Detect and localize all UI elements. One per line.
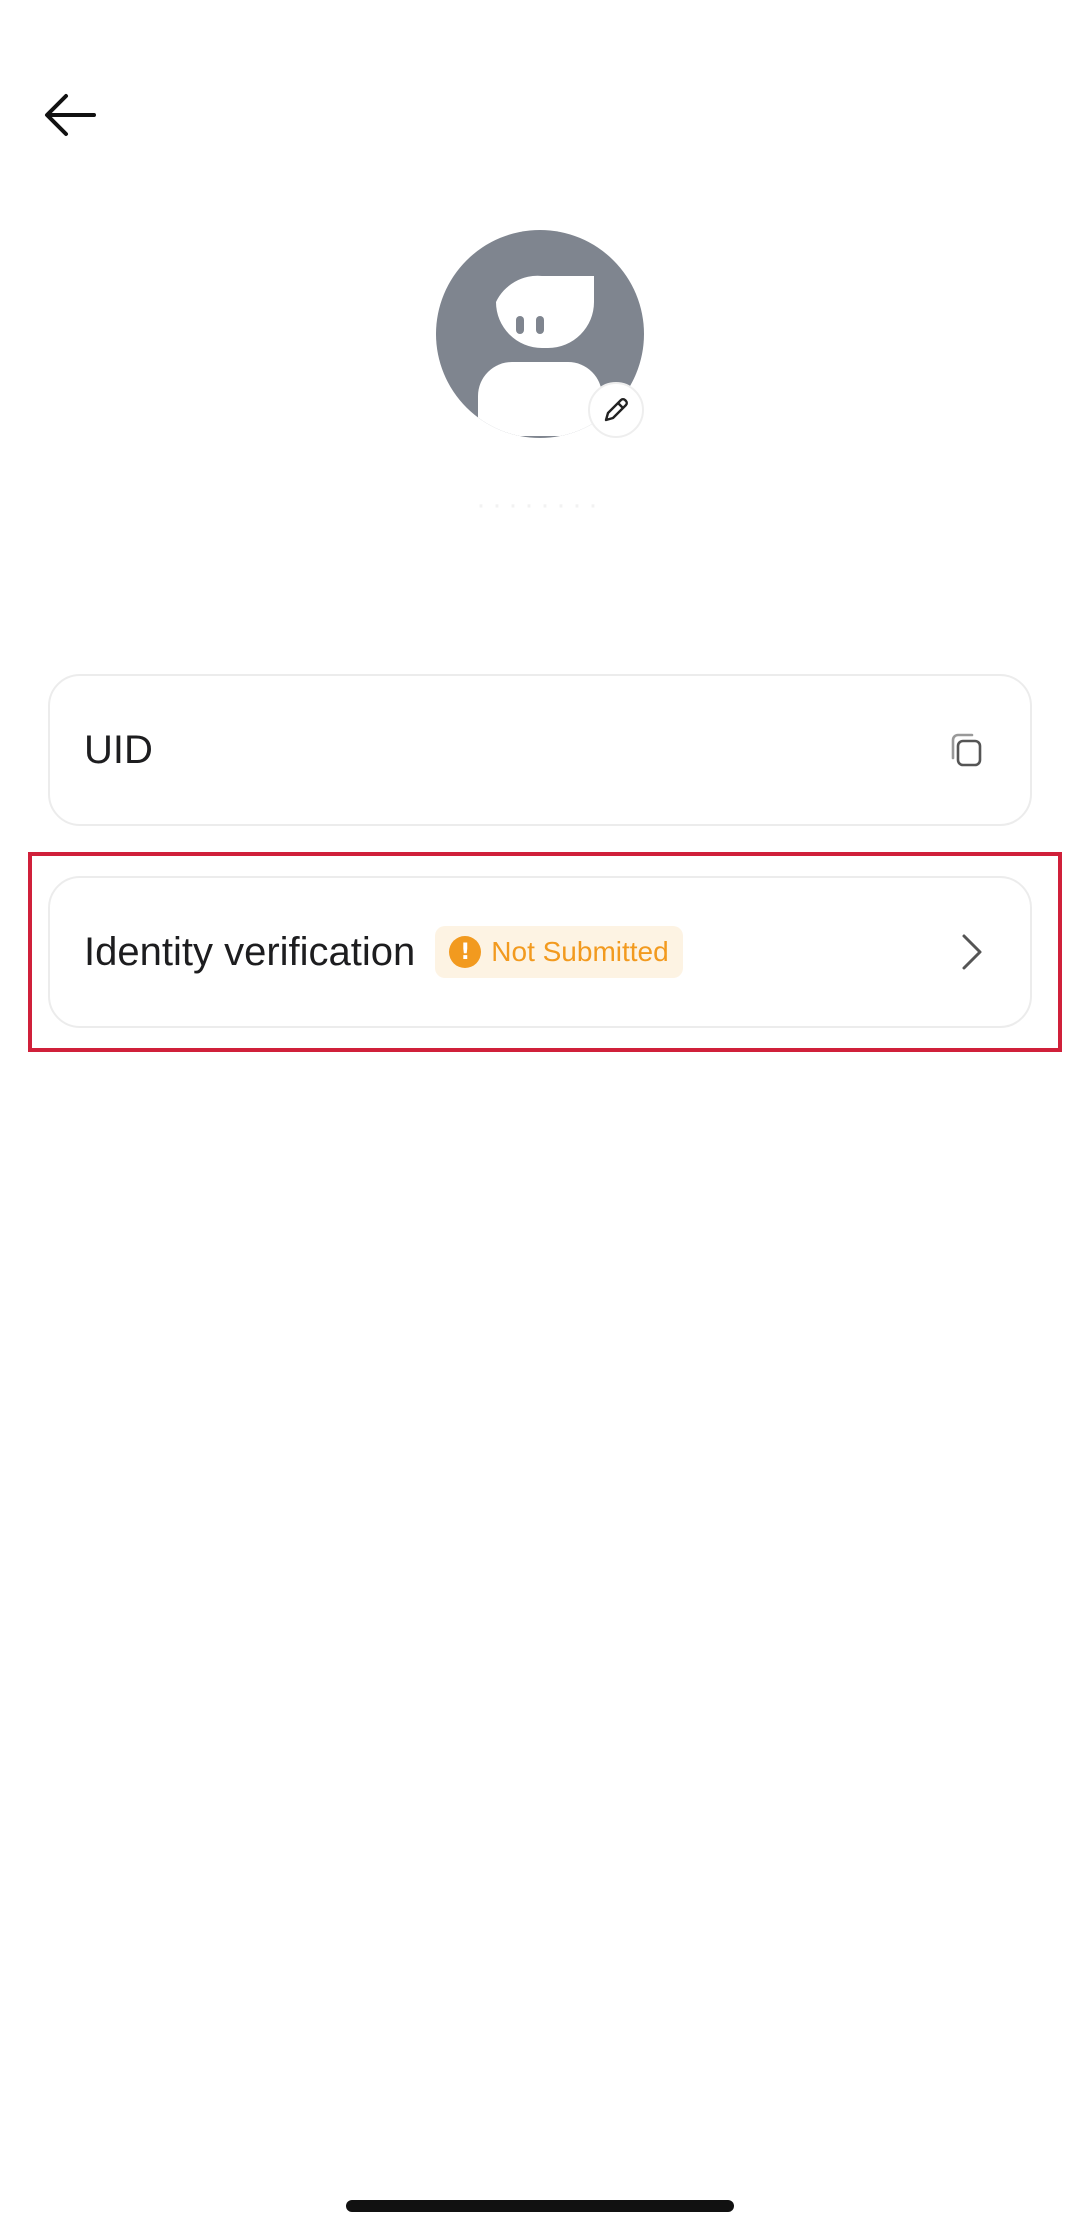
copy-uid-button[interactable] — [940, 724, 992, 776]
pencil-icon — [604, 398, 628, 422]
back-button[interactable] — [40, 85, 100, 145]
uid-label: UID — [84, 727, 153, 772]
edit-avatar-button[interactable] — [588, 382, 644, 438]
profile-page: ········ UID Identity verification ! Not… — [0, 0, 1080, 2236]
uid-card: UID — [48, 674, 1032, 826]
chevron-right-icon — [952, 926, 992, 978]
identity-verification-row[interactable]: Identity verification ! Not Submitted — [48, 876, 1032, 1028]
identity-verification-label: Identity verification — [84, 929, 416, 974]
avatar-container — [436, 230, 644, 438]
warning-icon: ! — [449, 936, 482, 968]
status-badge: ! Not Submitted — [435, 926, 683, 978]
home-indicator — [346, 2200, 734, 2212]
arrow-left-icon — [45, 94, 96, 136]
copy-icon — [951, 733, 982, 767]
username: ········ — [476, 488, 604, 521]
status-text: Not Submitted — [491, 936, 669, 967]
